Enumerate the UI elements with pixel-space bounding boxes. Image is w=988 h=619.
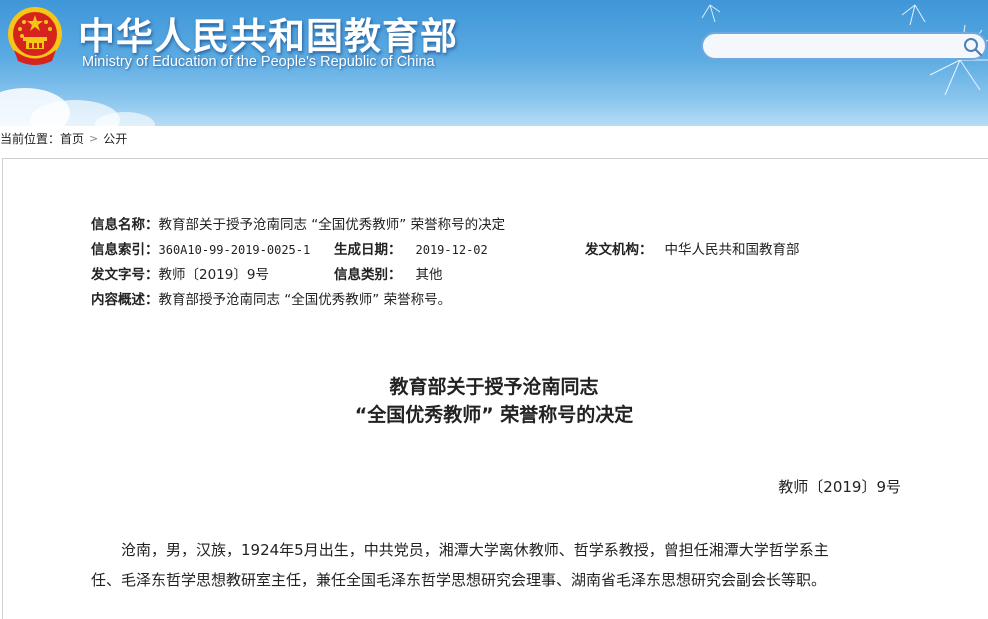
- info-org-label: 发文机构：: [585, 242, 653, 258]
- breadcrumb-prefix: 当前位置：: [0, 132, 61, 146]
- info-summary-row: 内容概述：教育部授予沧南同志 “全国优秀教师” 荣誉称号。: [91, 288, 451, 308]
- info-date-row: 生成日期： 2019-12-02: [334, 238, 488, 258]
- info-org-row: 发文机构： 中华人民共和国教育部: [585, 238, 800, 258]
- info-index-label: 信息索引：: [91, 242, 159, 258]
- breadcrumb-separator: >: [89, 132, 99, 145]
- info-index-value: 360A10-99-2019-0025-1: [158, 243, 311, 257]
- info-name-label: 信息名称：: [91, 217, 159, 233]
- info-date-value: 2019-12-02: [415, 243, 488, 257]
- site-subtitle: Ministry of Education of the People's Re…: [82, 54, 435, 70]
- document-paragraph: 沧南，男，汉族，1924年5月出生，中共党员，湘潭大学离休教师、哲学系教授，曾担…: [91, 535, 891, 595]
- info-category-value: 其他: [415, 267, 443, 283]
- national-emblem-icon: [8, 7, 62, 65]
- info-category-label: 信息类别：: [334, 267, 402, 283]
- breadcrumb-public-link[interactable]: 公开: [103, 132, 127, 146]
- info-category-row: 信息类别： 其他: [334, 263, 443, 283]
- site-header: 中华人民共和国教育部 Ministry of Education of the …: [0, 0, 988, 126]
- search-icon[interactable]: [963, 37, 983, 57]
- breadcrumb: 当前位置：首页 > 公开: [0, 130, 127, 146]
- info-summary-value: 教育部授予沧南同志 “全国优秀教师” 荣誉称号。: [158, 292, 452, 308]
- dandelion-decoration: [901, 4, 988, 96]
- site-title: 中华人民共和国教育部: [78, 15, 458, 58]
- info-docno-label: 发文字号：: [91, 267, 159, 283]
- search-box: [701, 32, 987, 60]
- search-input[interactable]: [717, 38, 951, 58]
- info-name-row: 信息名称：教育部关于授予沧南同志 “全国优秀教师” 荣誉称号的决定: [91, 213, 505, 233]
- document-title-line-2: “全国优秀教师” 荣誉称号的决定: [354, 404, 634, 426]
- info-index-row: 信息索引：360A10-99-2019-0025-1: [91, 238, 310, 258]
- paragraph-line: 任、毛泽东哲学思想教研室主任，兼任全国毛泽东哲学思想研究会理事、湖南省毛泽东思想…: [91, 571, 827, 589]
- info-name-value: 教育部关于授予沧南同志 “全国优秀教师” 荣誉称号的决定: [158, 217, 506, 233]
- info-summary-label: 内容概述：: [91, 292, 159, 308]
- breadcrumb-home-link[interactable]: 首页: [60, 132, 84, 146]
- info-org-value: 中华人民共和国教育部: [664, 242, 800, 258]
- info-docno-value: 教师〔2019〕9号: [158, 267, 269, 283]
- info-date-label: 生成日期：: [334, 242, 402, 258]
- info-docno-row: 发文字号：教师〔2019〕9号: [91, 263, 269, 283]
- document-title-line-1: 教育部关于授予沧南同志: [389, 376, 599, 398]
- document-number: 教师〔2019〕9号: [778, 478, 901, 496]
- paragraph-line: 沧南，男，汉族，1924年5月出生，中共党员，湘潭大学离休教师、哲学系教授，曾担…: [121, 541, 829, 559]
- dandelion-decoration: [701, 4, 721, 23]
